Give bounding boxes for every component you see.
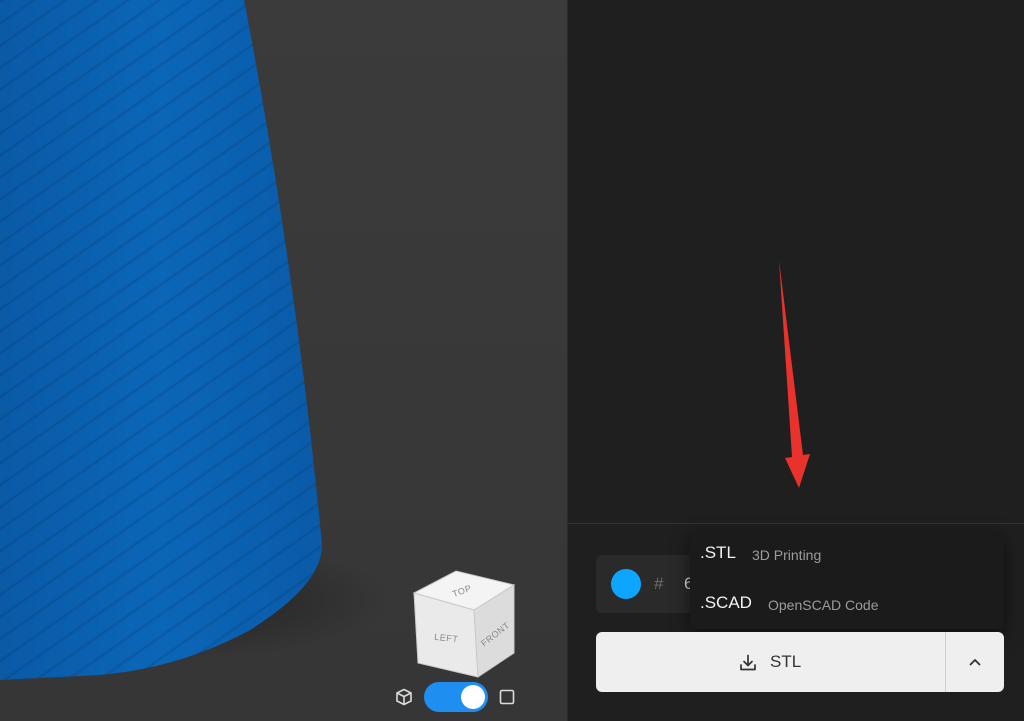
menu-item-description: OpenSCAD Code — [768, 597, 879, 613]
download-icon — [740, 654, 756, 671]
annotation-arrow-icon — [779, 260, 810, 488]
projection-controls — [393, 682, 523, 712]
chevron-up-icon — [969, 659, 981, 666]
side-panel: # 6 .STL 3D Printing .SCAD OpenSCAD Code… — [568, 0, 1024, 721]
menu-item-description: 3D Printing — [752, 547, 822, 563]
color-swatch[interactable] — [611, 569, 641, 599]
menu-item-extension: .STL — [700, 543, 736, 562]
export-format-menu: .STL 3D Printing .SCAD OpenSCAD Code — [690, 531, 1004, 629]
export-stl-button[interactable]: STL — [596, 632, 945, 692]
projection-toggle[interactable] — [424, 682, 488, 712]
toggle-knob — [461, 685, 485, 709]
menu-item-extension: .SCAD — [700, 593, 752, 612]
orthographic-square-icon[interactable] — [499, 689, 515, 705]
export-menu-toggle-button[interactable] — [946, 632, 1004, 692]
menu-item-stl[interactable]: .STL 3D Printing — [690, 531, 1004, 577]
view-cube[interactable]: TOP LEFT FRONT — [408, 565, 520, 683]
perspective-cube-icon[interactable] — [395, 688, 413, 706]
3d-viewport[interactable]: TOP LEFT FRONT — [0, 0, 567, 721]
hash-symbol: # — [654, 574, 664, 593]
export-button-label: STL — [770, 652, 802, 671]
panel-separator — [568, 523, 1024, 524]
menu-item-scad[interactable]: .SCAD OpenSCAD Code — [690, 581, 1004, 627]
